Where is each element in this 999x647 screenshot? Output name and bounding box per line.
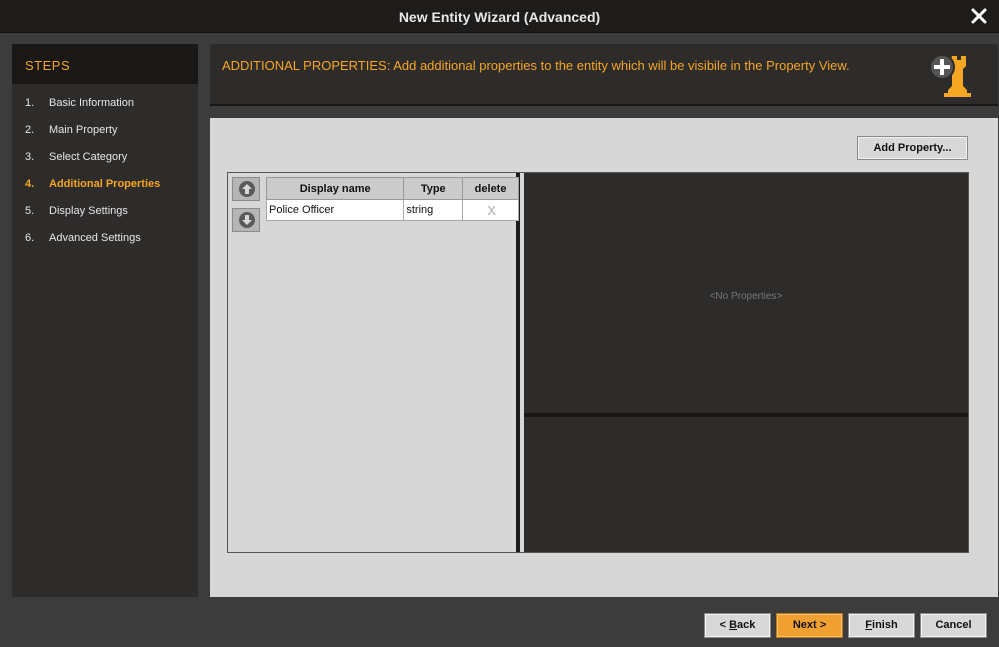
back-rest: ack [737, 619, 756, 631]
window-title: New Entity Wizard (Advanced) [398, 9, 601, 25]
cell-type[interactable]: string [403, 199, 464, 221]
step-number: 2. [25, 124, 35, 136]
cancel-button[interactable]: Cancel [920, 613, 987, 638]
step-number: 3. [25, 151, 35, 163]
banner-description: ADDITIONAL PROPERTIES: Add additional pr… [222, 58, 850, 73]
step-number: 6. [25, 232, 35, 244]
table-header-row: Display name Type delete [265, 177, 519, 200]
add-entity-rook-icon [926, 50, 978, 102]
back-mnemonic: B [729, 619, 738, 631]
step-additional-properties[interactable]: 4. Additional Properties [12, 178, 198, 205]
steps-header: STEPS [12, 44, 198, 84]
step-label: Main Property [49, 124, 118, 136]
properties-table: Display name Type delete Police Officer … [265, 177, 519, 221]
arrow-down-icon [242, 215, 252, 225]
step-label: Additional Properties [49, 178, 161, 190]
table-row[interactable]: Police Officer string X [265, 199, 519, 221]
step-advanced-settings[interactable]: 6. Advanced Settings [12, 232, 198, 259]
page-banner: ADDITIONAL PROPERTIES: Add additional pr… [210, 44, 998, 106]
finish-button[interactable]: Finish [848, 613, 915, 638]
step-main-property[interactable]: 2. Main Property [12, 124, 198, 151]
step-number: 4. [25, 178, 35, 190]
back-button[interactable]: < Back [704, 613, 771, 638]
title-bar: New Entity Wizard (Advanced) [0, 0, 999, 33]
steps-list: 1. Basic Information 2. Main Property 3. Se… [12, 84, 198, 259]
properties-list-pane: Display name Type delete Police Officer … [228, 173, 520, 552]
step-number: 1. [25, 97, 35, 109]
delete-row-icon[interactable]: X [462, 199, 519, 221]
property-grid: <No Properties> [524, 173, 968, 417]
step-label: Basic Information [49, 97, 134, 109]
step-basic-information[interactable]: 1. Basic Information [12, 97, 198, 124]
step-label: Display Settings [49, 205, 128, 217]
properties-editor: Display name Type delete Police Officer … [227, 172, 969, 553]
step-label: Advanced Settings [49, 232, 141, 244]
step-display-settings[interactable]: 5. Display Settings [12, 205, 198, 232]
column-header-type[interactable]: Type [403, 177, 464, 200]
move-down-button[interactable] [232, 208, 260, 232]
close-icon[interactable] [969, 5, 989, 27]
move-up-button[interactable] [232, 177, 260, 201]
no-properties-text: <No Properties> [709, 291, 783, 302]
cell-display-name[interactable]: Police Officer [265, 199, 405, 221]
content-area: Add Property... Display name Type delete [210, 118, 998, 597]
step-select-category[interactable]: 3. Select Category [12, 151, 198, 178]
step-number: 5. [25, 205, 35, 217]
next-button[interactable]: Next > [776, 613, 843, 638]
back-prefix: < [719, 619, 730, 631]
step-label: Select Category [49, 151, 128, 163]
steps-panel: STEPS 1. Basic Information 2. Main Propert… [12, 44, 198, 597]
column-header-display-name[interactable]: Display name [265, 177, 405, 200]
finish-rest: inish [872, 619, 898, 631]
property-details-pane: <No Properties> [524, 173, 968, 552]
column-header-delete[interactable]: delete [462, 177, 519, 200]
add-property-button[interactable]: Add Property... [857, 136, 968, 160]
arrow-up-icon [242, 184, 252, 194]
